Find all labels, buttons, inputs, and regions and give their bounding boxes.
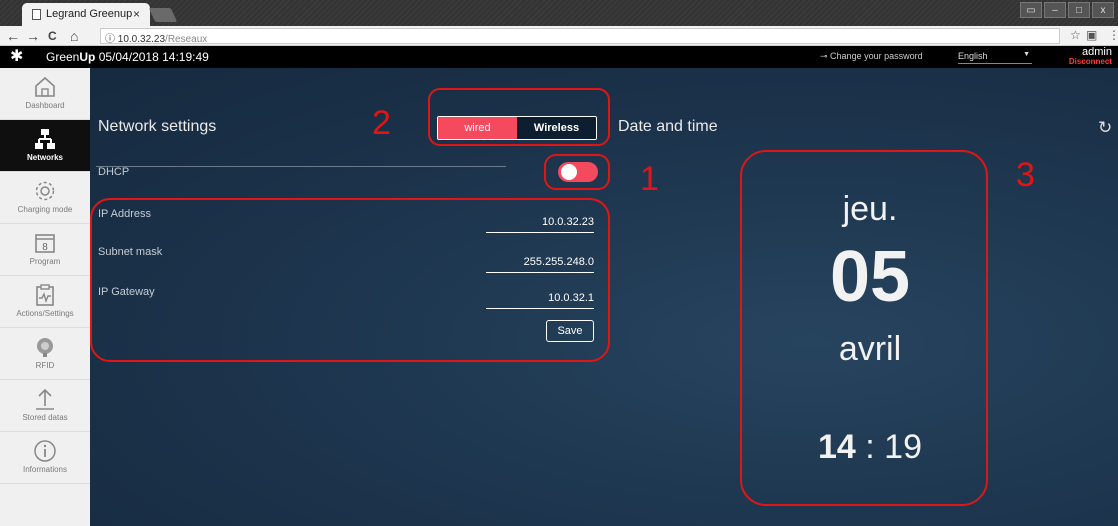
sidebar-item-label: Informations [22,465,68,474]
sidebar: Dashboard Networks Charging mode 8 Progr… [0,68,90,526]
page-icon [32,9,41,20]
star-icon[interactable]: ☆ [1070,28,1081,42]
network-icon [35,129,55,149]
window-controls: ▭ – □ x [1020,2,1114,18]
annotation-number-2: 2 [372,104,391,142]
refresh-icon[interactable]: ↻ [1098,118,1112,138]
username: admin [1082,46,1112,58]
tab-close-icon[interactable]: × [133,7,140,21]
reload-icon[interactable]: C [48,27,57,45]
disconnect-link[interactable]: Disconnect [1069,57,1112,67]
app-header: ✱ GreenUp 05/04/2018 14:19:49 ⊸ Change y… [0,46,1118,68]
sidebar-item-program[interactable]: 8 Program [0,224,90,276]
user-block: admin Disconnect [1069,47,1112,67]
new-tab-button[interactable] [148,8,178,22]
sidebar-item-rfid[interactable]: RFID [0,328,90,380]
sidebar-item-label: Program [29,257,61,266]
language-value: English [958,51,988,61]
change-password-label: Change your password [830,51,923,61]
sidebar-item-charging-mode[interactable]: Charging mode [0,172,90,224]
tab-title: Legrand Greenup [46,8,133,20]
sidebar-item-label: Charging mode [17,205,73,214]
menu-icon[interactable]: ⋮ [1108,28,1118,42]
annotation-box-clock [740,150,988,506]
upload-icon [36,388,54,410]
home-icon[interactable]: ⌂ [70,27,78,45]
annotation-number-1: 1 [640,160,659,198]
key-icon: ⊸ [820,51,831,61]
sidebar-item-label: Actions/Settings [16,309,74,318]
sidebar-item-stored-datas[interactable]: Stored datas [0,380,90,432]
sidebar-item-dashboard[interactable]: Dashboard [0,68,90,120]
browser-titlebar: Legrand Greenup × ▭ – □ x [0,0,1118,26]
info-icon: ⓘ [105,34,118,45]
info-icon [34,440,56,462]
gear-icon [35,181,55,201]
forward-icon[interactable]: → [26,27,40,45]
sidebar-item-label: RFID [35,361,55,370]
language-select[interactable]: English ▼ [958,51,1032,64]
browser-tab[interactable]: Legrand Greenup × [22,3,150,26]
sidebar-item-informations[interactable]: Informations [0,432,90,484]
url-host: 10.0.32.23 [117,34,166,45]
address-bar: ← → C ⌂ ⓘ 10.0.32.23/Reseaux ☆ ▣ ⋮ [0,26,1118,46]
header-datetime: 05/04/2018 14:19:49 [98,50,209,64]
brand-bold: Up [79,50,96,64]
sidebar-item-actions-settings[interactable]: Actions/Settings [0,276,90,328]
date-time-title: Date and time [618,118,718,135]
sidebar-item-label: Networks [26,153,63,162]
settings-gear-icon[interactable]: ✱ [10,48,23,66]
back-icon[interactable]: ← [6,27,20,45]
close-window-icon[interactable]: x [1092,2,1114,18]
home-icon [35,76,55,97]
network-settings-title: Network settings [98,118,217,135]
maximize-icon[interactable]: □ [1068,2,1090,18]
window-user-icon[interactable]: ▭ [1020,2,1042,18]
annotation-box-dhcp [544,154,610,190]
change-password-link[interactable]: ⊸ Change your password [820,51,923,62]
brand-light: Green [46,50,80,64]
brand-datetime: GreenUp 05/04/2018 14:19:49 [46,50,209,64]
minimize-icon[interactable]: – [1044,2,1066,18]
dhcp-label: DHCP [98,166,130,178]
sidebar-item-networks[interactable]: Networks [0,120,90,172]
annotation-box-mode [428,88,610,146]
calendar-icon: 8 [35,234,55,253]
annotation-box-ip [90,198,610,362]
sidebar-item-label: Stored datas [22,413,68,422]
chevron-down-icon: ▼ [1023,51,1030,58]
extension-icon[interactable]: ▣ [1086,28,1097,42]
url-input[interactable]: ⓘ 10.0.32.23/Reseaux [100,28,1060,45]
clipboard-icon [36,284,54,306]
url-path: /Reseaux [165,34,208,45]
divider [96,166,506,167]
calendar-number: 8 [42,242,48,253]
sidebar-item-label: Dashboard [25,101,65,110]
annotation-number-3: 3 [1016,156,1035,194]
rfid-icon [37,338,53,357]
